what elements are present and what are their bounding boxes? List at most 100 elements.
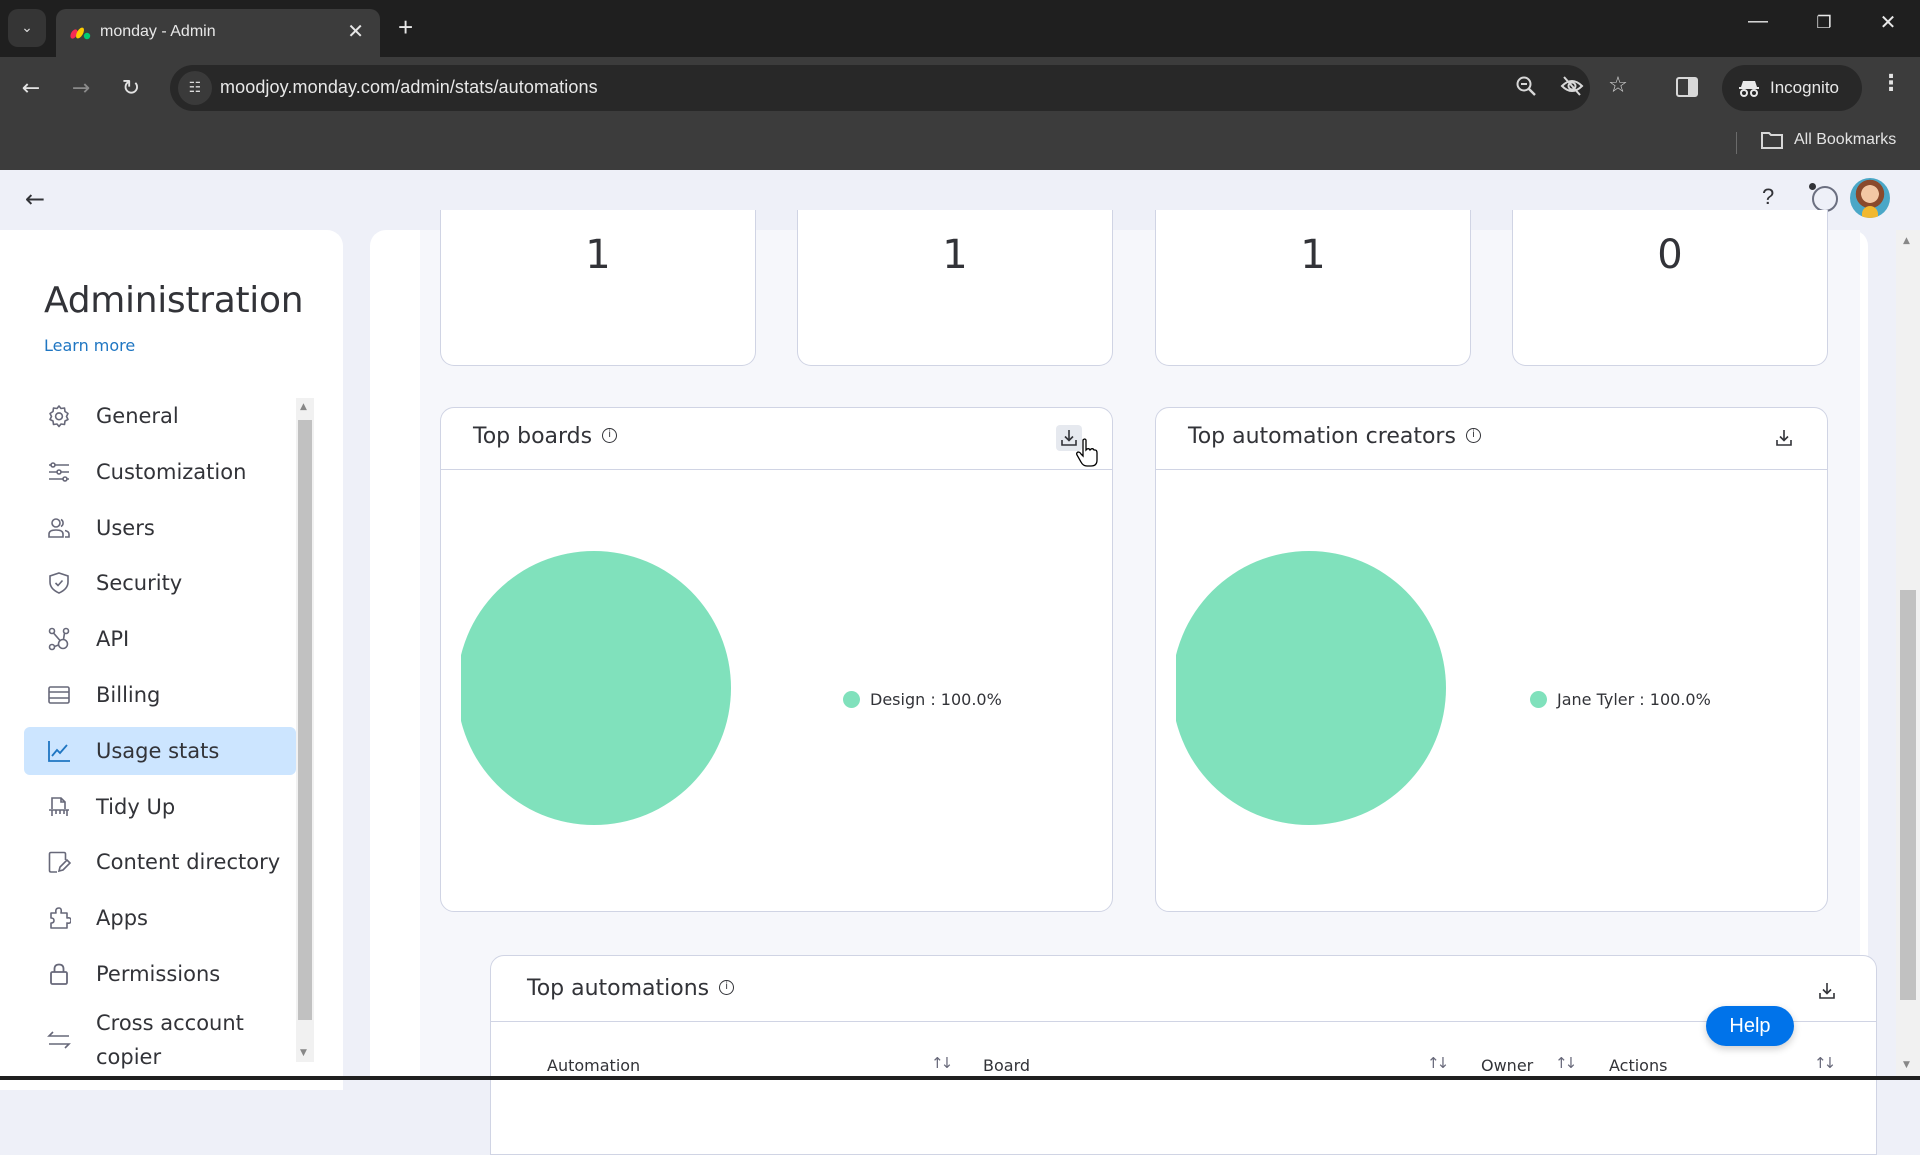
minimize-icon[interactable]: — — [1738, 10, 1778, 33]
shield-check-icon — [46, 570, 72, 596]
incognito-label: Incognito — [1770, 78, 1839, 97]
card-header: Top boards i — [441, 408, 1112, 470]
sort-icon[interactable]: ↑↓ — [1427, 1054, 1449, 1072]
card-title: Top automation creators i — [1188, 424, 1481, 449]
help-icon[interactable]: ? — [1762, 184, 1774, 210]
scroll-down-icon[interactable]: ▼ — [300, 1048, 307, 1058]
all-bookmarks-button[interactable]: All Bookmarks — [1760, 130, 1896, 150]
forward-icon[interactable]: → — [64, 71, 98, 105]
download-icon — [1819, 983, 1835, 999]
avatar[interactable] — [1850, 178, 1890, 218]
sort-icon[interactable]: ↑↓ — [1555, 1054, 1577, 1072]
download-icon — [1776, 430, 1792, 446]
sidebar-scrollbar[interactable]: ▲ ▼ — [296, 398, 314, 1062]
learn-more-link[interactable]: Learn more — [44, 336, 135, 355]
admin-sidebar: Administration Learn more General Custom… — [0, 230, 343, 1090]
card-header: Top automations i — [491, 956, 1876, 1022]
sidebar-item-general[interactable]: General — [24, 392, 296, 440]
swap-arrows-icon — [46, 1027, 72, 1053]
sidebar-item-label: Billing — [96, 682, 161, 707]
browser-toolbar: ← → ↻ ☷ moodjoy.monday.com/admin/stats/a… — [0, 57, 1920, 118]
card-header: Top automation creators i — [1156, 408, 1827, 470]
lock-icon — [46, 961, 72, 987]
download-button[interactable] — [1814, 978, 1840, 1004]
chevron-down-icon: ⌄ — [21, 20, 33, 36]
top-boards-pie-chart — [461, 551, 731, 825]
new-tab-button[interactable]: + — [398, 12, 413, 43]
sidebar-item-cross-account-copier[interactable]: Cross account copier — [24, 1006, 296, 1074]
sidebar-item-label: Apps — [96, 906, 148, 931]
star-icon[interactable]: ☆ — [1604, 73, 1632, 98]
scroll-down-icon[interactable]: ▼ — [1903, 1060, 1910, 1070]
restore-icon[interactable]: ❐ — [1804, 13, 1844, 33]
folder-icon — [1761, 132, 1783, 149]
close-tab-icon[interactable]: ✕ — [347, 19, 364, 44]
stat-card: 1 — [1155, 210, 1471, 366]
ai-assistant-icon[interactable] — [1809, 183, 1838, 212]
legend-swatch — [1530, 691, 1547, 708]
doc-edit-icon — [46, 849, 72, 875]
tab-search-button[interactable]: ⌄ — [8, 9, 46, 47]
sidebar-item-content-directory[interactable]: Content directory — [24, 838, 296, 886]
card-title: Top boards i — [473, 424, 618, 449]
side-panel-icon[interactable] — [1676, 77, 1698, 97]
url-text[interactable]: moodjoy.monday.com/admin/stats/automatio… — [220, 77, 598, 98]
sidebar-item-label: Customization — [96, 459, 247, 484]
scroll-up-icon[interactable]: ▲ — [1903, 236, 1910, 246]
sidebar-scrollbar-thumb[interactable] — [298, 420, 312, 1020]
card-title-text: Top automations — [527, 976, 710, 1001]
more-vert-icon[interactable]: ⋮ — [1880, 71, 1902, 96]
legend-label: Jane Tyler : 100.0% — [1557, 690, 1711, 709]
reload-icon[interactable]: ↻ — [114, 71, 148, 105]
top-creators-pie-chart — [1176, 551, 1446, 825]
column-header-automation[interactable]: Automation — [547, 1056, 640, 1075]
zoom-out-icon[interactable] — [1512, 75, 1540, 102]
page-scrollbar[interactable]: ▲ ▼ — [1896, 230, 1920, 1080]
column-header-board[interactable]: Board — [983, 1056, 1030, 1075]
sidebar-item-customization[interactable]: Customization — [24, 448, 296, 496]
top-automation-creators-card: Top automation creators i Jane Tyler : 10… — [1155, 407, 1828, 912]
column-header-actions[interactable]: Actions — [1609, 1056, 1667, 1075]
sidebar-item-label: Security — [96, 571, 183, 596]
sidebar-item-tidy-up[interactable]: Tidy Up — [24, 783, 296, 831]
sidebar-item-security[interactable]: Security — [24, 559, 296, 607]
browser-tab-active[interactable]: monday - Admin ✕ — [56, 9, 380, 57]
scroll-up-icon[interactable]: ▲ — [300, 402, 307, 412]
help-button[interactable]: Help — [1706, 1006, 1794, 1046]
pie-slice-jane-tyler[interactable] — [1176, 551, 1446, 825]
site-info-icon[interactable]: ☷ — [178, 71, 212, 105]
sidebar-item-usage-stats[interactable]: Usage stats — [24, 726, 296, 775]
sliders-icon — [46, 459, 72, 485]
download-button[interactable] — [1771, 425, 1797, 451]
info-icon[interactable]: i — [719, 979, 735, 995]
sort-icon[interactable]: ↑↓ — [1814, 1054, 1836, 1072]
sidebar-item-api[interactable]: API — [24, 615, 296, 663]
back-arrow-icon[interactable]: ← — [20, 184, 50, 214]
stat-value: 1 — [942, 232, 968, 278]
tab-title: monday - Admin — [100, 23, 216, 40]
sidebar-item-permissions[interactable]: Permissions — [24, 950, 296, 998]
close-window-icon[interactable]: ✕ — [1868, 10, 1908, 35]
page-scrollbar-thumb[interactable] — [1900, 590, 1916, 1000]
browser-tab-strip: ⌄ monday - Admin ✕ + — ❐ ✕ — [0, 0, 1920, 57]
sidebar-item-billing[interactable]: Billing — [24, 671, 296, 719]
line-chart-icon — [46, 738, 72, 764]
info-icon[interactable]: i — [1465, 427, 1481, 443]
sidebar-item-apps[interactable]: Apps — [24, 894, 296, 942]
api-nodes-icon — [46, 626, 72, 652]
back-icon[interactable]: ← — [14, 71, 48, 105]
sidebar-item-users[interactable]: Users — [24, 504, 296, 552]
card-title-text: Top boards — [473, 424, 593, 449]
bookmarks-bar: All Bookmarks — [0, 118, 1920, 170]
incognito-badge[interactable]: Incognito — [1722, 65, 1862, 111]
stat-value: 0 — [1657, 232, 1683, 278]
eye-off-icon[interactable] — [1558, 75, 1586, 102]
column-header-owner[interactable]: Owner — [1481, 1056, 1533, 1075]
info-icon[interactable]: i — [602, 427, 618, 443]
chart-legend: Jane Tyler : 100.0% — [1530, 690, 1711, 709]
top-boards-card: Top boards i Design : 100.0% — [440, 407, 1113, 912]
top-automations-card: Top automations i Automation ↑↓ Board ↑↓ … — [490, 955, 1877, 1155]
pie-slice-design[interactable] — [461, 551, 731, 825]
sort-icon[interactable]: ↑↓ — [931, 1054, 953, 1072]
address-bar[interactable]: ☷ moodjoy.monday.com/admin/stats/automat… — [170, 65, 1628, 111]
